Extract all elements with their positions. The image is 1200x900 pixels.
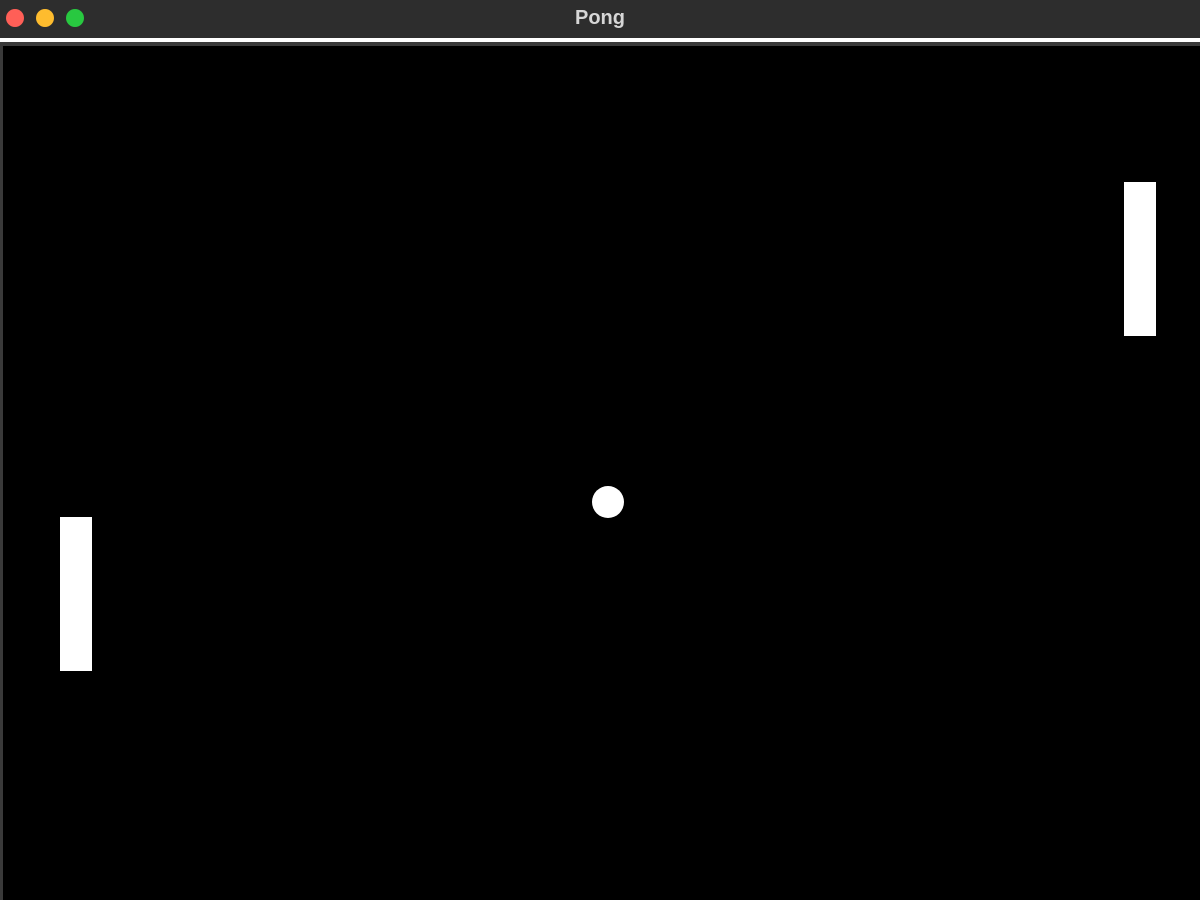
title-bar[interactable]: Pong [0,0,1200,38]
game-canvas[interactable] [0,46,1200,900]
left-paddle [60,517,92,671]
ball [592,486,624,518]
window-left-border [0,46,3,900]
pong-window: Pong [0,0,1200,900]
right-paddle [1124,182,1156,336]
window-title: Pong [575,7,625,29]
